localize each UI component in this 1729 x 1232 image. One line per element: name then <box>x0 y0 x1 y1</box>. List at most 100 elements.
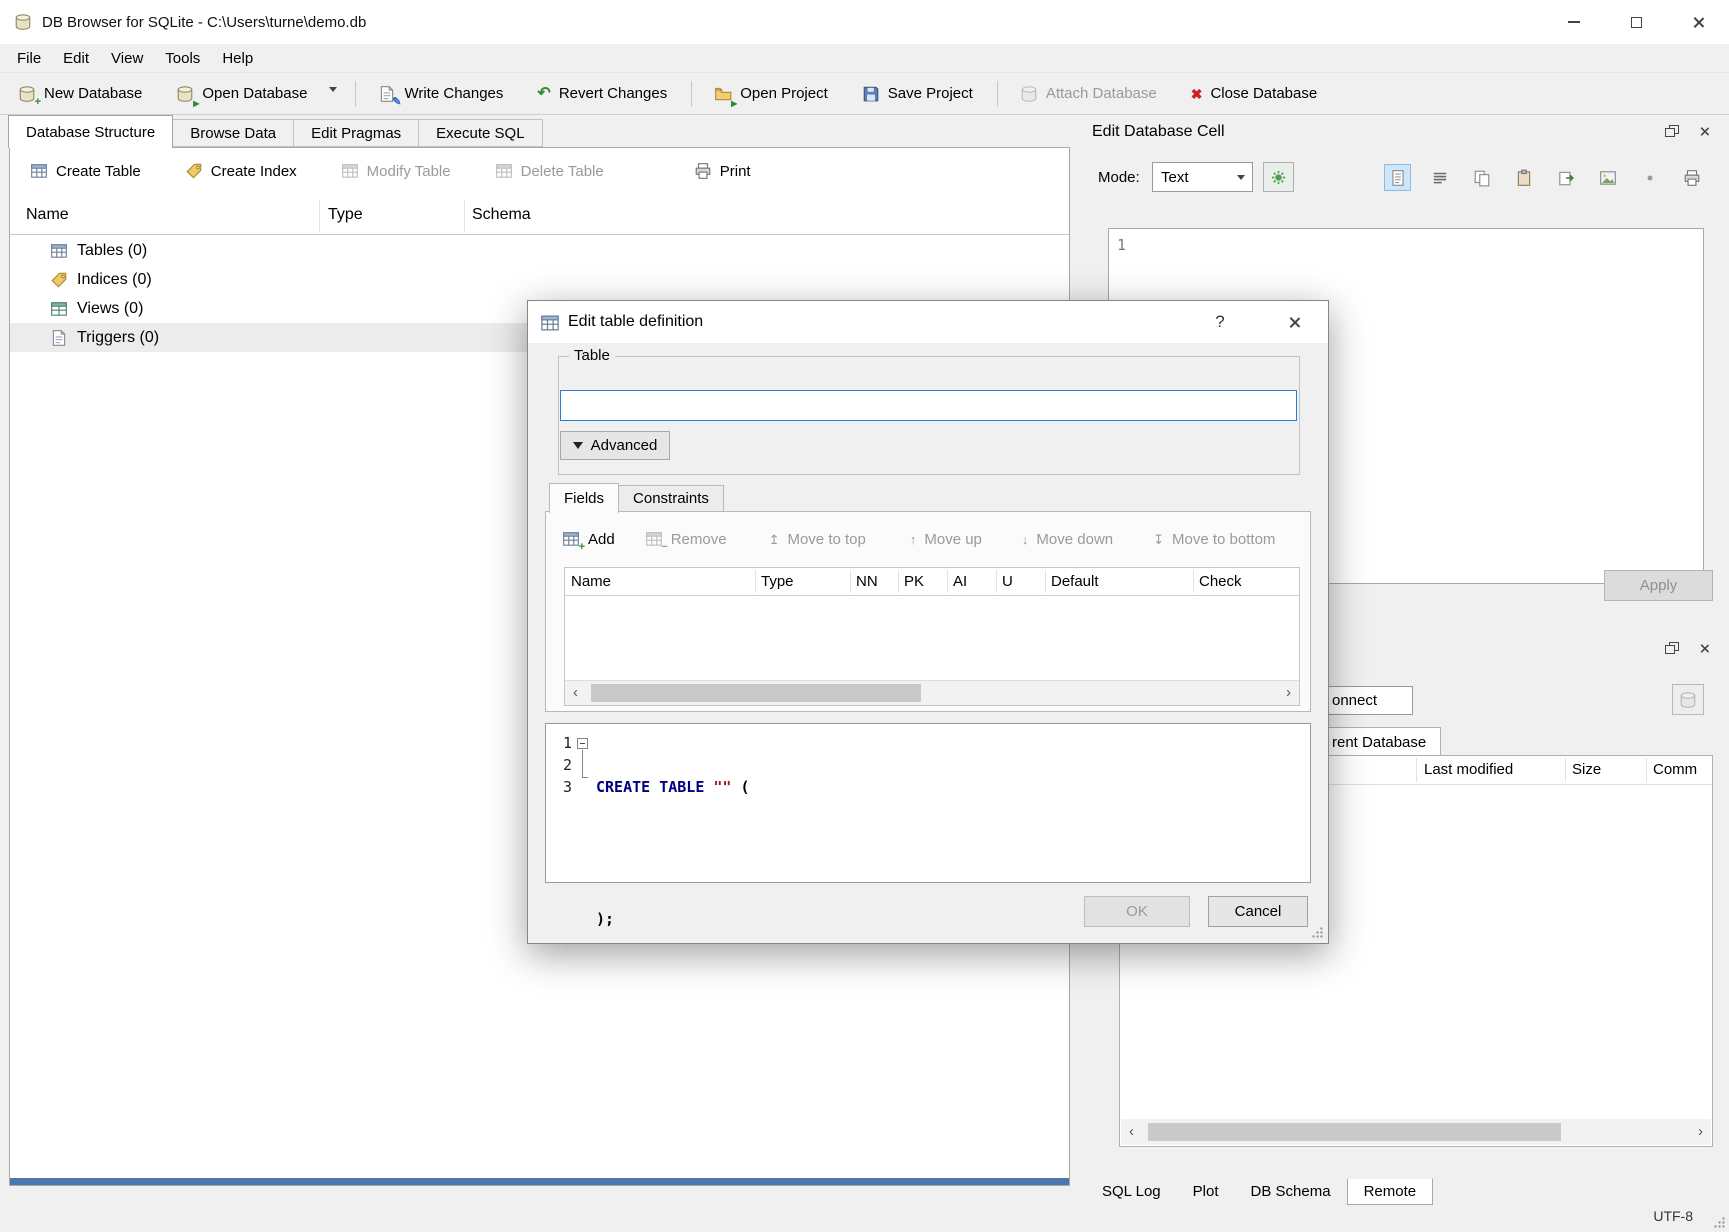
tab-database-structure[interactable]: Database Structure <box>8 115 173 148</box>
close-icon <box>1699 126 1709 136</box>
column-size[interactable]: Size <box>1572 761 1601 778</box>
tab-edit-pragmas[interactable]: Edit Pragmas <box>293 119 419 147</box>
tree-column-name[interactable]: Name <box>26 206 69 224</box>
menu-file[interactable]: File <box>6 50 52 67</box>
col-name[interactable]: Name <box>571 573 611 590</box>
tree-column-type[interactable]: Type <box>328 206 363 224</box>
tab-browse-data[interactable]: Browse Data <box>172 119 294 147</box>
create-index-button[interactable]: Create Index <box>173 155 309 187</box>
tab-db-schema[interactable]: DB Schema <box>1235 1178 1347 1205</box>
scroll-left-icon[interactable]: ‹ <box>1129 1123 1134 1141</box>
write-changes-button[interactable]: ✎ Write Changes <box>366 77 515 111</box>
create-table-button[interactable]: Create Table <box>18 155 153 187</box>
print-button[interactable]: Print <box>682 155 763 187</box>
tab-plot[interactable]: Plot <box>1177 1178 1235 1205</box>
scroll-left-icon[interactable]: ‹ <box>573 684 578 702</box>
menu-view[interactable]: View <box>100 50 154 67</box>
paste-button[interactable] <box>1510 164 1537 191</box>
menu-tools[interactable]: Tools <box>154 50 211 67</box>
print-cell-button[interactable] <box>1678 164 1705 191</box>
col-ai[interactable]: AI <box>953 573 967 590</box>
move-down-icon: ↓ <box>1022 533 1029 546</box>
copy-button[interactable] <box>1468 164 1495 191</box>
menu-help[interactable]: Help <box>211 50 264 67</box>
text-mode-button[interactable] <box>1384 164 1411 191</box>
tab-current-database[interactable]: rent Database <box>1329 727 1441 756</box>
col-check[interactable]: Check <box>1199 573 1242 590</box>
dock-close-button[interactable] <box>1692 637 1716 659</box>
tree-row-tables[interactable]: Tables (0) <box>10 236 1069 265</box>
apply-button[interactable]: Apply <box>1604 570 1713 601</box>
maximize-icon <box>1631 17 1642 28</box>
delete-table-button[interactable]: Delete Table <box>483 155 616 187</box>
remote-clone-button[interactable] <box>1672 684 1704 715</box>
attach-database-button[interactable]: Attach Database <box>1008 77 1169 111</box>
import-button[interactable] <box>1552 164 1579 191</box>
close-button[interactable] <box>1667 0 1729 44</box>
scroll-right-icon[interactable]: › <box>1698 1123 1703 1141</box>
menu-edit[interactable]: Edit <box>52 50 100 67</box>
tab-remote[interactable]: Remote <box>1347 1178 1434 1205</box>
move-down-button[interactable]: ↓ Move down <box>1022 531 1113 548</box>
window-resize-grip[interactable] <box>1713 1216 1726 1229</box>
col-type[interactable]: Type <box>761 573 794 590</box>
lines-icon <box>1431 169 1449 187</box>
window-controls <box>1543 0 1729 44</box>
open-database-button[interactable]: ▶ Open Database <box>164 77 319 111</box>
move-to-top-button[interactable]: ↥ Move to top <box>769 531 866 548</box>
menu-bar: File Edit View Tools Help <box>0 44 1729 72</box>
tree-row-indices[interactable]: Indices (0) <box>10 265 1069 294</box>
advanced-button[interactable]: Advanced <box>560 431 670 460</box>
remote-identity-combobox[interactable]: onnect <box>1329 686 1413 715</box>
col-default[interactable]: Default <box>1051 573 1099 590</box>
ok-button[interactable]: OK <box>1084 896 1190 927</box>
scrollbar-thumb[interactable] <box>591 684 921 702</box>
new-database-button[interactable]: + New Database <box>6 77 154 111</box>
scrollbar-thumb[interactable] <box>1148 1123 1561 1141</box>
table-name-input[interactable] <box>560 390 1297 421</box>
column-last-modified[interactable]: Last modified <box>1424 761 1513 778</box>
tab-execute-sql[interactable]: Execute SQL <box>418 119 542 147</box>
move-up-button[interactable]: ↑ Move up <box>910 531 982 548</box>
col-u[interactable]: U <box>1002 573 1013 590</box>
col-nn[interactable]: NN <box>856 573 878 590</box>
dialog-close-button[interactable] <box>1270 301 1318 343</box>
minimize-icon <box>1568 21 1580 23</box>
column-commit[interactable]: Comm <box>1653 761 1697 778</box>
save-project-button[interactable]: Save Project <box>850 77 985 111</box>
maximize-button[interactable] <box>1605 0 1667 44</box>
word-wrap-button[interactable] <box>1426 164 1453 191</box>
dock-close-button[interactable] <box>1692 120 1716 142</box>
col-pk[interactable]: PK <box>904 573 924 590</box>
dock-float-button[interactable] <box>1660 120 1684 142</box>
set-null-button[interactable] <box>1636 164 1663 191</box>
move-to-bottom-button[interactable]: ↧ Move to bottom <box>1153 531 1275 548</box>
code-fold-toggle[interactable] <box>577 738 588 749</box>
open-database-dropdown-icon[interactable] <box>329 87 337 92</box>
revert-changes-button[interactable]: ↶ Revert Changes <box>525 77 679 111</box>
image-button[interactable] <box>1594 164 1621 191</box>
mode-combobox[interactable]: Text <box>1152 162 1253 192</box>
remote-horizontal-scrollbar[interactable]: ‹ › <box>1121 1119 1711 1145</box>
chevron-down-icon <box>1237 175 1245 180</box>
mode-settings-button[interactable] <box>1263 162 1294 192</box>
modify-table-button[interactable]: Modify Table <box>329 155 463 187</box>
open-project-button[interactable]: ▶ Open Project <box>702 77 840 111</box>
dialog-help-button[interactable]: ? <box>1198 301 1242 343</box>
tables-icon <box>50 242 68 260</box>
toolbar-separator <box>355 81 356 107</box>
tab-constraints[interactable]: Constraints <box>618 485 724 512</box>
fields-horizontal-scrollbar[interactable]: ‹ › <box>565 680 1299 705</box>
dialog-resize-grip[interactable] <box>1311 926 1324 939</box>
scroll-right-icon[interactable]: › <box>1286 684 1291 702</box>
tree-column-schema[interactable]: Schema <box>472 206 531 224</box>
remove-field-button[interactable]: − Remove <box>645 530 727 548</box>
revert-changes-icon: ↶ <box>537 86 550 102</box>
tab-sql-log[interactable]: SQL Log <box>1086 1178 1177 1205</box>
minimize-button[interactable] <box>1543 0 1605 44</box>
tab-fields[interactable]: Fields <box>549 483 619 513</box>
close-database-button[interactable]: ✖ Close Database <box>1179 77 1329 111</box>
cancel-button[interactable]: Cancel <box>1208 896 1308 927</box>
dock-float-button[interactable] <box>1660 637 1684 659</box>
add-field-button[interactable]: + Add <box>562 530 615 548</box>
